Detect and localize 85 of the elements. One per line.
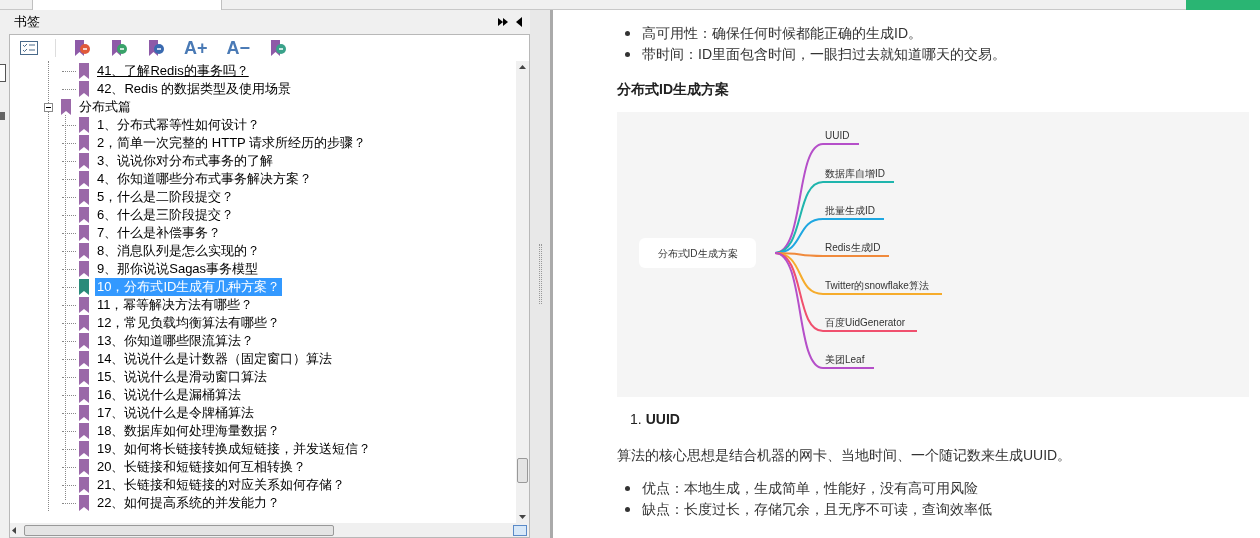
bookmark-item[interactable]: 20、长链接和短链接如何互相转换？ xyxy=(95,458,309,476)
bookmark-icon xyxy=(79,495,89,511)
mindmap-node: Twitter的snowflake算法 xyxy=(823,279,942,295)
scroll-right-button[interactable] xyxy=(513,524,527,536)
scrollbar-thumb[interactable] xyxy=(24,524,334,536)
bookmark-icon xyxy=(79,369,89,385)
bookmark-icon xyxy=(79,477,89,493)
bookmark-icon xyxy=(79,117,89,133)
bookmark-item[interactable]: 7、什么是补偿事务？ xyxy=(95,224,224,242)
list-number: 1. xyxy=(630,409,642,429)
bookmark-item[interactable]: 4、你知道哪些分布式事务解决方案？ xyxy=(95,170,315,188)
bullet-icon xyxy=(625,31,630,36)
bookmark-item[interactable]: 5，什么是二阶段提交？ xyxy=(95,188,237,206)
checklist-icon[interactable] xyxy=(18,38,40,58)
bookmark-item[interactable]: 16、说说什么是漏桶算法 xyxy=(95,386,244,404)
bullet-text: 缺点：长度过长，存储冗余，且无序不可读，查询效率低 xyxy=(642,500,992,519)
bookmark-item[interactable]: 19、如何将长链接转换成短链接，并发送短信？ xyxy=(95,440,374,458)
paragraph: 算法的核心思想是结合机器的网卡、当地时间、一个随记数来生成UUID。 xyxy=(617,446,1073,465)
bookmark-item[interactable]: 17、说说什么是令牌桶算法 xyxy=(95,404,257,422)
collapse-panel-icon[interactable] xyxy=(516,17,522,27)
bookmark-icon xyxy=(79,405,89,421)
bookmark-icon xyxy=(79,81,89,97)
bookmark-item[interactable]: 8、消息队列是怎么实现的？ xyxy=(95,242,263,260)
scroll-left-icon[interactable] xyxy=(12,526,16,534)
bookmark-item[interactable]: 41、了解Redis的事务吗？ xyxy=(95,62,251,80)
bookmark-icon xyxy=(79,351,89,367)
mindmap-node: 美团Leaf xyxy=(823,353,874,369)
bookmark-icon xyxy=(61,99,71,115)
bookmark-item[interactable]: 9、那你说说Sagas事务模型 xyxy=(95,260,261,278)
bookmark-item[interactable]: 14、说说什么是计数器（固定窗口）算法 xyxy=(95,350,335,368)
scrollbar-thumb[interactable] xyxy=(517,458,528,483)
mindmap-node: Redis生成ID xyxy=(823,241,889,257)
bookmark-item[interactable]: 42、Redis 的数据类型及使用场景 xyxy=(95,80,294,98)
bookmark-icon xyxy=(79,135,89,151)
bookmark-item[interactable]: 1、分布式幂等性如何设计？ xyxy=(95,116,263,134)
bookmark-item[interactable]: 15、说说什么是滑动窗口算法 xyxy=(95,368,270,386)
bookmark-icon xyxy=(79,243,89,259)
bookmark-item[interactable]: 分布式篇 xyxy=(77,98,133,116)
bookmark-icon xyxy=(79,279,89,295)
mindmap-node: 批量生成ID xyxy=(823,204,884,220)
bookmark-item[interactable]: 21、长链接和短链接的对应关系如何存储？ xyxy=(95,476,348,494)
scroll-down-icon[interactable] xyxy=(519,515,526,519)
bookmark-icon xyxy=(79,297,89,313)
bookmark-icon xyxy=(79,315,89,331)
panel-title: 书签 xyxy=(14,13,40,32)
bullet-text: 带时间：ID里面包含时间，一眼扫过去就知道哪天的交易。 xyxy=(642,45,1006,64)
bookmark-icon xyxy=(79,63,89,79)
bookmark-item[interactable]: 12，常见负载均衡算法有哪些？ xyxy=(95,314,283,332)
bookmark-item[interactable]: 11，幂等解决方法有哪些？ xyxy=(95,296,256,314)
bookmark-item[interactable]: 18、数据库如何处理海量数据？ xyxy=(95,422,283,440)
bookmark-item[interactable]: 13、你知道哪些限流算法？ xyxy=(95,332,257,350)
bullet-text: 优点：本地生成，生成简单，性能好，没有高可用风险 xyxy=(642,479,978,498)
font-size-button[interactable]: A+ xyxy=(182,38,210,58)
horizontal-scrollbar[interactable] xyxy=(10,523,529,537)
bookmark-item[interactable]: 2，简单一次完整的 HTTP 请求所经历的步骤？ xyxy=(95,134,369,152)
mindmap-center-node: 分布式ID生成方案 xyxy=(639,238,756,268)
bookmark-item[interactable]: 22、如何提高系统的并发能力？ xyxy=(95,494,283,512)
vertical-scrollbar[interactable] xyxy=(516,61,529,523)
bookmark-icon xyxy=(79,441,89,457)
list-heading: UUID xyxy=(645,409,680,429)
bullet-icon xyxy=(625,486,630,491)
bullet-icon xyxy=(625,52,630,57)
bookmark-icon xyxy=(79,423,89,439)
bookmark-item[interactable]: 6、什么是三阶段提交？ xyxy=(95,206,237,224)
bookmark-icon xyxy=(79,153,89,169)
bookmark-icon xyxy=(79,189,89,205)
scroll-up-icon[interactable] xyxy=(519,65,526,69)
bookmark-icon xyxy=(79,459,89,475)
collapse-toggle[interactable] xyxy=(44,102,53,112)
expand-panel-icon[interactable] xyxy=(498,18,508,26)
bookmark-icon xyxy=(79,261,89,277)
bookmark-icon xyxy=(79,387,89,403)
mindmap-node: UUID xyxy=(823,129,859,145)
bookmark-icon xyxy=(79,225,89,241)
mindmap-node: 数据库自增ID xyxy=(823,167,894,183)
bookmark-icon xyxy=(79,333,89,349)
bookmark-item[interactable]: 3、说说你对分布式事务的了解 xyxy=(95,152,276,170)
font-size-button[interactable]: A− xyxy=(224,38,253,58)
page-thumbnail-icon[interactable] xyxy=(0,64,6,82)
bookmark-icon xyxy=(79,207,89,223)
bullet-icon xyxy=(625,507,630,512)
bookmark-icon xyxy=(79,171,89,187)
mindmap-node: 百度UidGenerator xyxy=(823,316,917,332)
bullet-text: 高可用性：确保任何时候都能正确的生成ID。 xyxy=(642,24,922,43)
section-heading: 分布式ID生成方案 xyxy=(617,80,730,99)
